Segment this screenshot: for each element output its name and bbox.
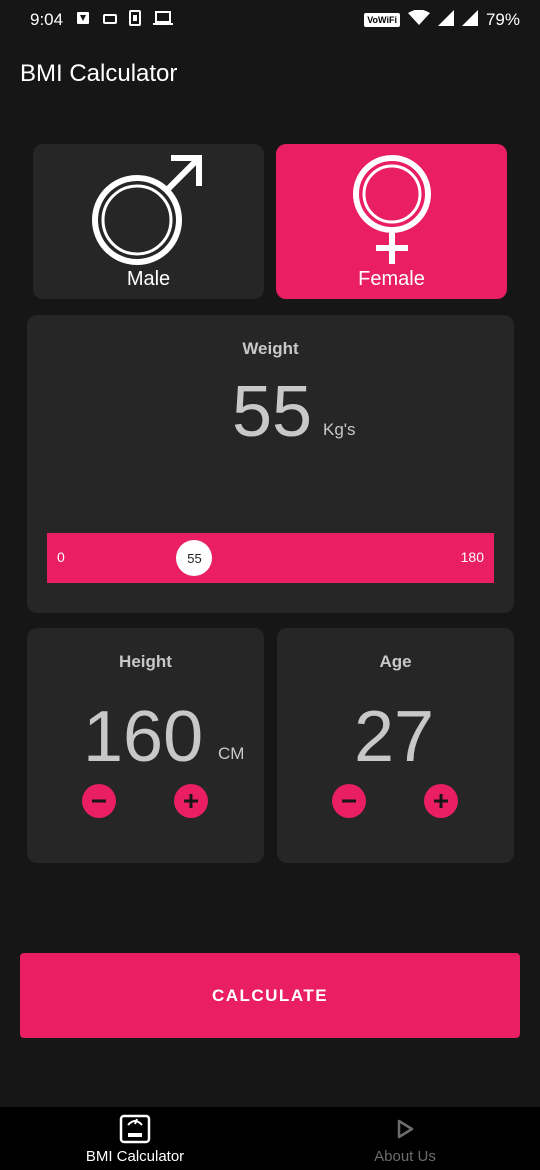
sim-icon bbox=[129, 9, 142, 31]
status-bar: 9:04 VoWiFi 79% bbox=[0, 0, 540, 40]
minus-icon bbox=[342, 799, 356, 803]
laptop-icon bbox=[153, 10, 174, 31]
weight-card: Weight 55 Kg's 0 180 55 bbox=[27, 315, 514, 613]
plus-icon bbox=[434, 794, 448, 808]
app-title: BMI Calculator bbox=[20, 60, 178, 87]
female-icon bbox=[276, 148, 507, 264]
slider-thumb[interactable]: 55 bbox=[176, 540, 213, 576]
weight-title: Weight bbox=[242, 339, 299, 358]
status-time: 9:04 bbox=[30, 10, 64, 29]
bottom-nav: BMI Calculator About Us bbox=[0, 1107, 540, 1170]
male-label: Male bbox=[126, 268, 171, 290]
male-icon bbox=[33, 148, 264, 265]
weight-value: 55 bbox=[232, 372, 313, 452]
height-unit: CM bbox=[218, 744, 245, 763]
age-value: 27 bbox=[354, 697, 435, 777]
plus-icon bbox=[184, 794, 198, 808]
signal-icon bbox=[437, 9, 454, 31]
male-card[interactable]: Male bbox=[33, 144, 264, 299]
age-title: Age bbox=[379, 652, 412, 671]
signal-icon-2 bbox=[461, 9, 478, 31]
nav-item-bmi-calculator[interactable]: BMI Calculator bbox=[0, 1107, 270, 1170]
height-card: Height 160 CM bbox=[27, 628, 264, 863]
vowifi-badge: VoWiFi bbox=[364, 13, 400, 27]
nav-label-about: About Us bbox=[374, 1148, 436, 1165]
female-label: Female bbox=[358, 268, 425, 290]
height-decrement-button[interactable] bbox=[82, 784, 116, 818]
weight-slider[interactable]: 0 180 55 bbox=[47, 533, 494, 583]
weight-unit: Kg's bbox=[323, 420, 356, 439]
nav-label-bmi: BMI Calculator bbox=[85, 1148, 185, 1165]
notification-app-icon bbox=[75, 10, 91, 31]
wifi-icon bbox=[407, 9, 430, 31]
scale-icon bbox=[119, 1114, 151, 1149]
age-card: Age 27 bbox=[277, 628, 514, 863]
play-icon bbox=[390, 1114, 420, 1149]
nav-item-about-us[interactable]: About Us bbox=[270, 1107, 540, 1170]
height-value: 160 bbox=[83, 697, 204, 777]
minus-icon bbox=[92, 799, 106, 803]
age-increment-button[interactable] bbox=[424, 784, 458, 818]
female-card[interactable]: Female bbox=[276, 144, 507, 299]
calculate-button[interactable]: CALCULATE bbox=[20, 953, 520, 1038]
cast-icon bbox=[103, 10, 118, 30]
height-title: Height bbox=[119, 652, 172, 671]
slider-max-label: 180 bbox=[460, 549, 484, 565]
slider-min-label: 0 bbox=[57, 549, 65, 565]
height-increment-button[interactable] bbox=[174, 784, 208, 818]
battery-percent: 79% bbox=[485, 10, 520, 29]
age-decrement-button[interactable] bbox=[332, 784, 366, 818]
